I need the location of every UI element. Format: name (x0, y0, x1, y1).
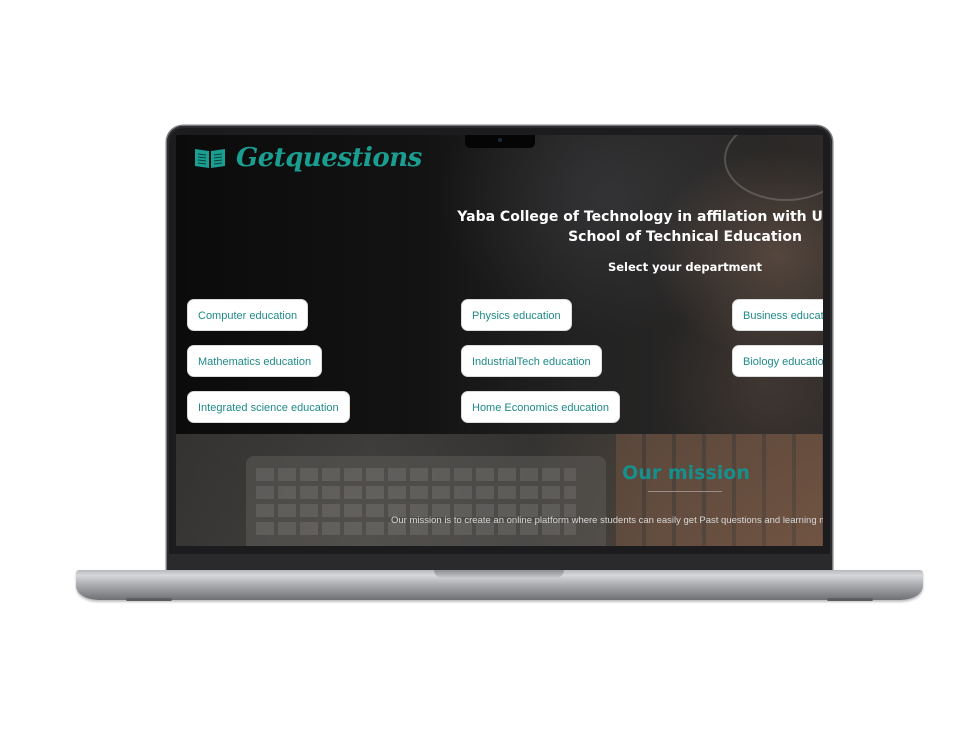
mockup-stage: Getquestions Yaba College of Technology … (0, 0, 956, 754)
title-line-2: School of Technical Education (568, 229, 802, 245)
dept-button-home-economics[interactable]: Home Economics education (461, 391, 620, 423)
camera-notch (465, 135, 535, 148)
keyboard-row (256, 468, 576, 481)
mission-heading: Our mission (622, 462, 750, 484)
dept-button-computer[interactable]: Computer education (187, 299, 309, 331)
mission-section: Our mission Our mission is to create an … (176, 434, 823, 546)
mission-divider (648, 491, 722, 492)
dept-button-mathematics[interactable]: Mathematics education (187, 345, 323, 377)
site-logo[interactable]: Getquestions (194, 143, 422, 173)
dept-button-business[interactable]: Business education (732, 299, 823, 331)
background-books (616, 434, 823, 546)
dept-button-biology[interactable]: Biology education (732, 345, 823, 377)
hero-section: Getquestions Yaba College of Technology … (176, 135, 823, 434)
keyboard-row (256, 486, 576, 499)
logo-text: Getquestions (236, 143, 422, 173)
title-line-1: Yaba College of Technology in affilation… (457, 209, 823, 225)
laptop-foot (126, 598, 172, 601)
select-department-label: Select your department (607, 260, 763, 274)
laptop-foot (827, 598, 873, 601)
laptop-base (76, 570, 923, 601)
page-title: Yaba College of Technology in affilation… (425, 207, 823, 247)
open-book-icon (195, 149, 225, 168)
dept-button-industrialtech[interactable]: IndustrialTech education (461, 345, 602, 377)
camera-icon (498, 138, 502, 142)
laptop-screen: Getquestions Yaba College of Technology … (176, 135, 823, 546)
laptop-lid: Getquestions Yaba College of Technology … (167, 126, 832, 574)
background-glasses (724, 135, 823, 201)
laptop-hinge (434, 570, 564, 578)
mission-text: Our mission is to create an online platf… (391, 515, 823, 526)
dept-button-integrated-science[interactable]: Integrated science education (187, 391, 350, 423)
dept-button-physics[interactable]: Physics education (461, 299, 572, 331)
background-keyboard (246, 456, 606, 546)
